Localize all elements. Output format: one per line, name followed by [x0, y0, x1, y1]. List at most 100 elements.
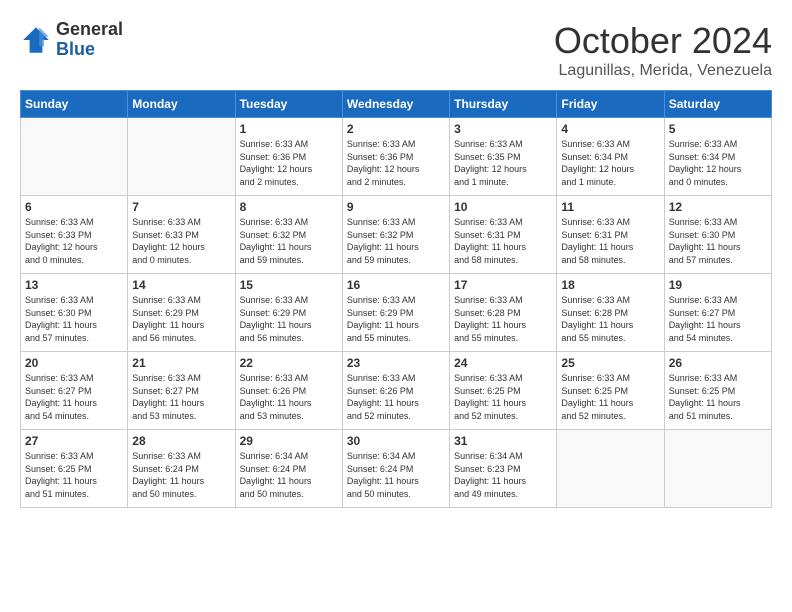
day-number: 16 — [347, 278, 445, 292]
day-number: 10 — [454, 200, 552, 214]
calendar-table: SundayMondayTuesdayWednesdayThursdayFrid… — [20, 90, 772, 508]
day-info: Sunrise: 6:33 AM Sunset: 6:28 PM Dayligh… — [454, 294, 552, 344]
day-number: 5 — [669, 122, 767, 136]
calendar-cell: 20Sunrise: 6:33 AM Sunset: 6:27 PM Dayli… — [21, 352, 128, 430]
calendar-cell: 17Sunrise: 6:33 AM Sunset: 6:28 PM Dayli… — [450, 274, 557, 352]
day-number: 3 — [454, 122, 552, 136]
day-info: Sunrise: 6:34 AM Sunset: 6:24 PM Dayligh… — [347, 450, 445, 500]
calendar-cell: 28Sunrise: 6:33 AM Sunset: 6:24 PM Dayli… — [128, 430, 235, 508]
logo-blue-text: Blue — [56, 40, 123, 60]
calendar-cell: 1 Sunrise: 6:33 AM Sunset: 6:36 PM Daylig… — [235, 118, 342, 196]
day-number: 12 — [669, 200, 767, 214]
day-info: Sunrise: 6:33 AM Sunset: 6:36 PM Dayligh… — [240, 138, 338, 188]
calendar-cell: 10 Sunrise: 6:33 AM Sunset: 6:31 PM Dayli… — [450, 196, 557, 274]
calendar-cell: 3 Sunrise: 6:33 AM Sunset: 6:35 PM Daylig… — [450, 118, 557, 196]
weekday-header-row: SundayMondayTuesdayWednesdayThursdayFrid… — [21, 91, 772, 118]
day-info: Sunrise: 6:33 AM Sunset: 6:29 PM Dayligh… — [132, 294, 230, 344]
calendar-cell: 29 Sunrise: 6:34 AM Sunset: 6:24 PM Dayli… — [235, 430, 342, 508]
month-title: October 2024 — [554, 20, 772, 62]
day-number: 7 — [132, 200, 230, 214]
logo-icon — [20, 24, 52, 56]
day-info: Sunrise: 6:33 AM Sunset: 6:36 PM Dayligh… — [347, 138, 445, 188]
day-number: 29 — [240, 434, 338, 448]
day-info: Sunrise: 6:34 AM Sunset: 6:24 PM Dayligh… — [240, 450, 338, 500]
day-info: Sunrise: 6:33 AM Sunset: 6:27 PM Dayligh… — [669, 294, 767, 344]
day-number: 20 — [25, 356, 123, 370]
calendar-cell: 14 Sunrise: 6:33 AM Sunset: 6:29 PM Dayli… — [128, 274, 235, 352]
logo-general-text: General — [56, 20, 123, 40]
day-info: Sunrise: 6:34 AM Sunset: 6:23 PM Dayligh… — [454, 450, 552, 500]
day-number: 21 — [132, 356, 230, 370]
calendar-cell: 13 Sunrise: 6:33 AM Sunset: 6:30 PM Dayli… — [21, 274, 128, 352]
calendar-cell: 9 Sunrise: 6:33 AM Sunset: 6:32 PM Daylig… — [342, 196, 449, 274]
page-header: General Blue October 2024 Lagunillas, Me… — [20, 20, 772, 80]
day-number: 15 — [240, 278, 338, 292]
day-number: 4 — [561, 122, 659, 136]
day-info: Sunrise: 6:33 AM Sunset: 6:33 PM Dayligh… — [25, 216, 123, 266]
day-info: Sunrise: 6:33 AM Sunset: 6:28 PM Dayligh… — [561, 294, 659, 344]
calendar-cell: 4 Sunrise: 6:33 AM Sunset: 6:34 PM Daylig… — [557, 118, 664, 196]
day-info: Sunrise: 6:33 AM Sunset: 6:26 PM Dayligh… — [347, 372, 445, 422]
day-number: 24 — [454, 356, 552, 370]
calendar-cell: 2 Sunrise: 6:33 AM Sunset: 6:36 PM Daylig… — [342, 118, 449, 196]
calendar-week-row: 20Sunrise: 6:33 AM Sunset: 6:27 PM Dayli… — [21, 352, 772, 430]
calendar-cell: 23 Sunrise: 6:33 AM Sunset: 6:26 PM Dayli… — [342, 352, 449, 430]
day-info: Sunrise: 6:33 AM Sunset: 6:33 PM Dayligh… — [132, 216, 230, 266]
calendar-week-row: 27Sunrise: 6:33 AM Sunset: 6:25 PM Dayli… — [21, 430, 772, 508]
calendar-cell: 25Sunrise: 6:33 AM Sunset: 6:25 PM Dayli… — [557, 352, 664, 430]
day-info: Sunrise: 6:33 AM Sunset: 6:32 PM Dayligh… — [240, 216, 338, 266]
calendar-cell: 31 Sunrise: 6:34 AM Sunset: 6:23 PM Dayli… — [450, 430, 557, 508]
day-number: 28 — [132, 434, 230, 448]
calendar-cell: 18 Sunrise: 6:33 AM Sunset: 6:28 PM Dayli… — [557, 274, 664, 352]
calendar-cell: 22 Sunrise: 6:33 AM Sunset: 6:26 PM Dayli… — [235, 352, 342, 430]
day-number: 13 — [25, 278, 123, 292]
day-info: Sunrise: 6:33 AM Sunset: 6:29 PM Dayligh… — [240, 294, 338, 344]
day-number: 8 — [240, 200, 338, 214]
calendar-cell: 27Sunrise: 6:33 AM Sunset: 6:25 PM Dayli… — [21, 430, 128, 508]
day-number: 23 — [347, 356, 445, 370]
day-number: 22 — [240, 356, 338, 370]
day-info: Sunrise: 6:33 AM Sunset: 6:32 PM Dayligh… — [347, 216, 445, 266]
weekday-header: Tuesday — [235, 91, 342, 118]
day-info: Sunrise: 6:33 AM Sunset: 6:30 PM Dayligh… — [669, 216, 767, 266]
calendar-cell: 21Sunrise: 6:33 AM Sunset: 6:27 PM Dayli… — [128, 352, 235, 430]
day-number: 19 — [669, 278, 767, 292]
day-info: Sunrise: 6:33 AM Sunset: 6:34 PM Dayligh… — [669, 138, 767, 188]
day-info: Sunrise: 6:33 AM Sunset: 6:25 PM Dayligh… — [669, 372, 767, 422]
day-number: 2 — [347, 122, 445, 136]
day-info: Sunrise: 6:33 AM Sunset: 6:34 PM Dayligh… — [561, 138, 659, 188]
day-number: 30 — [347, 434, 445, 448]
calendar-cell: 30 Sunrise: 6:34 AM Sunset: 6:24 PM Dayli… — [342, 430, 449, 508]
weekday-header: Sunday — [21, 91, 128, 118]
day-info: Sunrise: 6:33 AM Sunset: 6:25 PM Dayligh… — [561, 372, 659, 422]
day-info: Sunrise: 6:33 AM Sunset: 6:35 PM Dayligh… — [454, 138, 552, 188]
calendar-cell: 26Sunrise: 6:33 AM Sunset: 6:25 PM Dayli… — [664, 352, 771, 430]
day-info: Sunrise: 6:33 AM Sunset: 6:26 PM Dayligh… — [240, 372, 338, 422]
day-number: 9 — [347, 200, 445, 214]
calendar-cell — [664, 430, 771, 508]
weekday-header: Friday — [557, 91, 664, 118]
calendar-cell: 5 Sunrise: 6:33 AM Sunset: 6:34 PM Daylig… — [664, 118, 771, 196]
day-number: 18 — [561, 278, 659, 292]
day-number: 31 — [454, 434, 552, 448]
day-info: Sunrise: 6:33 AM Sunset: 6:30 PM Dayligh… — [25, 294, 123, 344]
calendar-cell: 7 Sunrise: 6:33 AM Sunset: 6:33 PM Daylig… — [128, 196, 235, 274]
calendar-week-row: 13 Sunrise: 6:33 AM Sunset: 6:30 PM Dayli… — [21, 274, 772, 352]
day-info: Sunrise: 6:33 AM Sunset: 6:25 PM Dayligh… — [454, 372, 552, 422]
title-block: October 2024 Lagunillas, Merida, Venezue… — [554, 20, 772, 80]
day-number: 1 — [240, 122, 338, 136]
calendar-cell: 19 Sunrise: 6:33 AM Sunset: 6:27 PM Dayli… — [664, 274, 771, 352]
day-number: 14 — [132, 278, 230, 292]
calendar-week-row: 1 Sunrise: 6:33 AM Sunset: 6:36 PM Daylig… — [21, 118, 772, 196]
calendar-cell: 24 Sunrise: 6:33 AM Sunset: 6:25 PM Dayli… — [450, 352, 557, 430]
calendar-cell — [128, 118, 235, 196]
day-info: Sunrise: 6:33 AM Sunset: 6:29 PM Dayligh… — [347, 294, 445, 344]
calendar-cell: 11 Sunrise: 6:33 AM Sunset: 6:31 PM Dayli… — [557, 196, 664, 274]
day-info: Sunrise: 6:33 AM Sunset: 6:31 PM Dayligh… — [561, 216, 659, 266]
day-number: 11 — [561, 200, 659, 214]
calendar-cell: 16 Sunrise: 6:33 AM Sunset: 6:29 PM Dayli… — [342, 274, 449, 352]
weekday-header: Thursday — [450, 91, 557, 118]
day-info: Sunrise: 6:33 AM Sunset: 6:31 PM Dayligh… — [454, 216, 552, 266]
logo: General Blue — [20, 20, 123, 60]
day-info: Sunrise: 6:33 AM Sunset: 6:25 PM Dayligh… — [25, 450, 123, 500]
